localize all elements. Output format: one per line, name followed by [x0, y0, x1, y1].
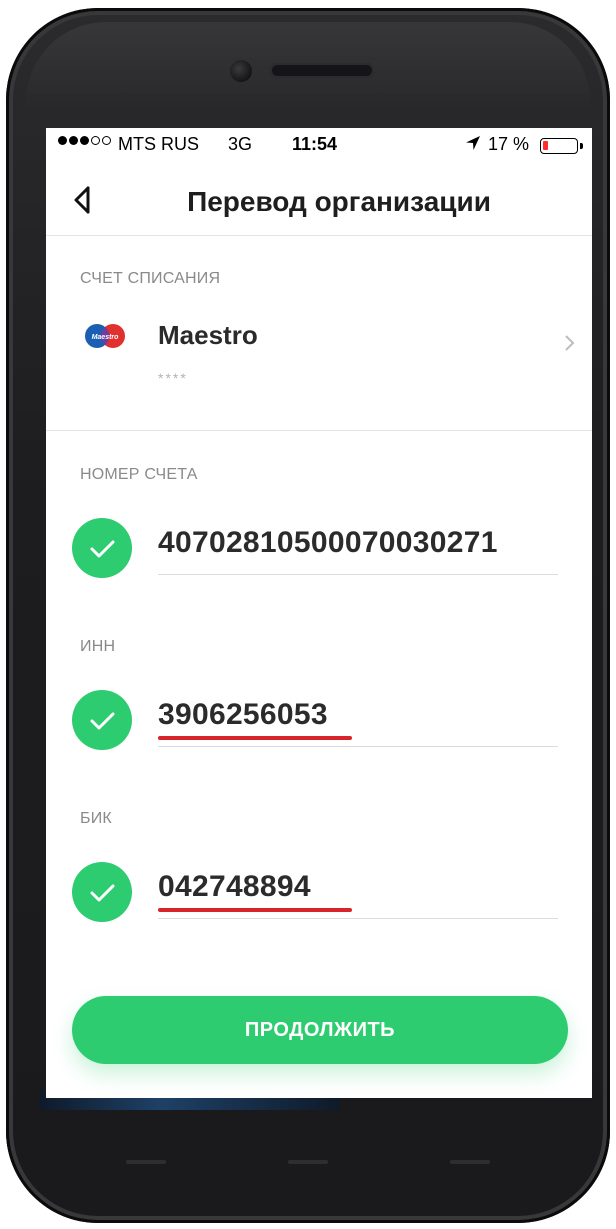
field-underline — [158, 918, 558, 919]
bik-input[interactable] — [158, 870, 558, 904]
account-number-row — [46, 514, 592, 584]
battery-cap — [580, 143, 583, 149]
battery-level-fill — [543, 141, 548, 150]
chevron-right-icon — [564, 332, 576, 360]
nav-key-recent[interactable] — [450, 1160, 490, 1164]
account-number-label: НОМЕР СЧЕТА — [80, 466, 198, 483]
card-name: Maestro — [158, 320, 258, 350]
signal-dot — [69, 136, 78, 145]
signal-dot — [102, 136, 111, 145]
nav-key-home[interactable] — [288, 1160, 328, 1164]
red-highlight-underline — [158, 736, 352, 740]
earpiece-speaker — [270, 63, 374, 78]
signal-dot — [80, 136, 89, 145]
battery-icon — [540, 138, 578, 154]
signal-dot — [58, 136, 67, 145]
front-camera — [230, 60, 252, 82]
field-underline — [158, 574, 558, 575]
continue-button[interactable]: ПРОДОЛЖИТЬ — [72, 996, 568, 1064]
hardware-nav-keys — [6, 1148, 610, 1178]
inn-row — [46, 686, 592, 756]
app-screen: MTS RUS 3G 11:54 17 % Перевод организаци… — [46, 128, 592, 1098]
check-icon — [72, 518, 132, 578]
carrier-name: MTS RUS — [118, 134, 199, 154]
navigation-header: Перевод организации — [46, 164, 592, 236]
debit-account-label: СЧЕТ СПИСАНИЯ — [80, 270, 221, 287]
bik-row — [46, 858, 592, 928]
red-highlight-underline — [158, 908, 352, 912]
network-type: 3G — [228, 134, 253, 154]
maestro-card-icon: Maestro — [85, 324, 125, 348]
debit-account-selector[interactable]: Maestro Maestro **** — [46, 308, 592, 398]
signal-dot — [91, 136, 100, 145]
inn-input[interactable] — [158, 698, 558, 732]
location-arrow-icon — [464, 134, 482, 157]
card-number-mask: **** — [158, 370, 188, 386]
nav-key-back[interactable] — [126, 1160, 166, 1164]
bik-label: БИК — [80, 810, 112, 827]
section-divider — [46, 430, 592, 431]
inn-label: ИНН — [80, 638, 116, 655]
check-icon — [72, 862, 132, 922]
field-underline — [158, 746, 558, 747]
page-title: Перевод организации — [187, 186, 491, 217]
clock: 11:54 — [292, 134, 338, 154]
check-icon — [72, 690, 132, 750]
maestro-logo-text: Maestro — [92, 334, 120, 341]
phone-frame: MTS RUS 3G 11:54 17 % Перевод организаци… — [6, 8, 610, 1223]
account-number-input[interactable] — [158, 526, 558, 560]
battery-percent: 17 % — [488, 134, 530, 154]
status-bar: MTS RUS 3G 11:54 17 % — [46, 128, 592, 164]
signal-dots-icon — [58, 136, 111, 145]
